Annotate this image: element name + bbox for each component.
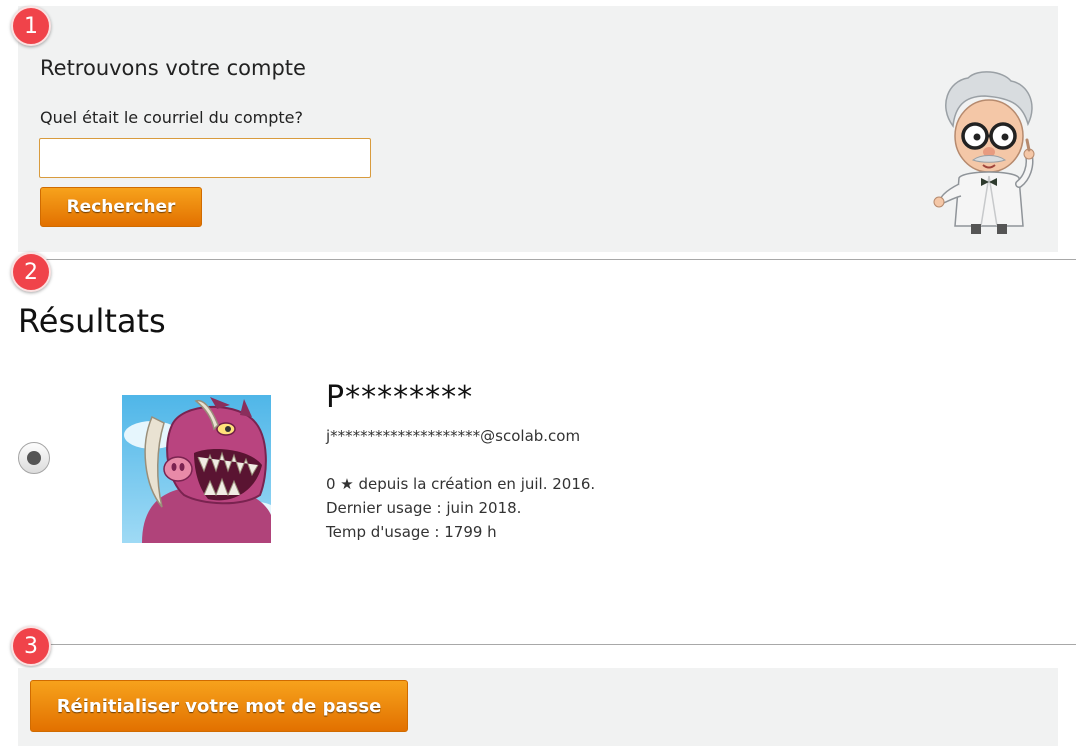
professor-mascot-image [933,71,1035,234]
account-avatar-monster [122,395,271,543]
reset-password-panel: Réinitialiser votre mot de passe [18,668,1058,746]
search-button[interactable]: Rechercher [40,187,202,227]
account-stars-line: 0 ★ depuis la création en juil. 2016. [326,475,596,493]
reset-password-button[interactable]: Réinitialiser votre mot de passe [30,680,408,732]
account-search-panel: Retrouvons votre compte Quel était le co… [18,6,1058,252]
account-name: P******** [326,380,474,415]
account-last-usage: Dernier usage : juin 2018. [326,499,522,517]
account-usage-time: Temp d'usage : 1799 h [326,523,497,541]
results-title: Résultats [18,302,166,340]
search-title: Retrouvons votre compte [40,56,306,80]
email-label: Quel était le courriel du compte? [40,108,303,127]
account-email: j********************@scolab.com [326,427,581,445]
step-badge-1: 1 [11,6,51,46]
account-radio-button[interactable] [18,442,50,474]
section-divider [18,259,1076,260]
step-badge-3: 3 [11,626,51,666]
email-input[interactable] [39,138,371,178]
section-divider [18,644,1076,645]
step-badge-2: 2 [11,252,51,292]
radio-selected-dot [27,451,41,465]
